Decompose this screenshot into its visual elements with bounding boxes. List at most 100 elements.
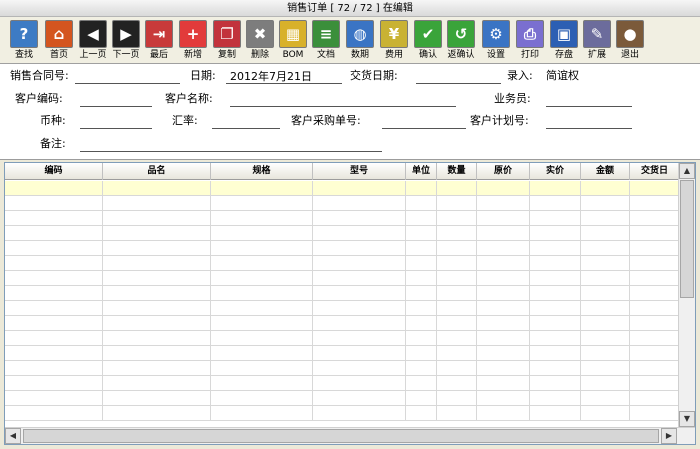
table-cell[interactable] bbox=[103, 391, 211, 406]
table-cell[interactable] bbox=[630, 361, 680, 376]
table-cell[interactable] bbox=[630, 256, 680, 271]
delivery-date-field[interactable] bbox=[416, 70, 501, 84]
table-cell[interactable] bbox=[437, 241, 477, 256]
table-cell[interactable] bbox=[5, 226, 103, 241]
table-cell[interactable] bbox=[313, 241, 406, 256]
table-cell[interactable] bbox=[5, 376, 103, 391]
scroll-left-icon[interactable]: ◀ bbox=[5, 428, 21, 444]
table-cell[interactable] bbox=[406, 241, 437, 256]
table-cell[interactable] bbox=[313, 346, 406, 361]
horizontal-scrollbar[interactable]: ◀ ▶ bbox=[5, 427, 695, 444]
table-cell[interactable] bbox=[313, 376, 406, 391]
table-cell[interactable] bbox=[437, 256, 477, 271]
column-header[interactable]: 品名 bbox=[103, 163, 211, 180]
table-cell[interactable] bbox=[313, 301, 406, 316]
column-header[interactable]: 交货日 bbox=[630, 163, 680, 180]
table-cell[interactable] bbox=[103, 256, 211, 271]
table-cell[interactable] bbox=[477, 361, 530, 376]
table-cell[interactable] bbox=[406, 286, 437, 301]
table-row[interactable] bbox=[5, 361, 680, 376]
customer-name-field[interactable] bbox=[230, 93, 456, 107]
table-cell[interactable] bbox=[103, 376, 211, 391]
table-cell[interactable] bbox=[477, 211, 530, 226]
table-cell[interactable] bbox=[211, 196, 313, 211]
table-cell[interactable] bbox=[630, 226, 680, 241]
table-cell[interactable] bbox=[103, 406, 211, 421]
table-cell[interactable] bbox=[581, 346, 630, 361]
table-cell[interactable] bbox=[313, 406, 406, 421]
table-row[interactable] bbox=[5, 181, 680, 196]
horizontal-scroll-thumb[interactable] bbox=[23, 429, 659, 443]
table-row[interactable] bbox=[5, 391, 680, 406]
table-cell[interactable] bbox=[103, 361, 211, 376]
table-cell[interactable] bbox=[211, 346, 313, 361]
table-row[interactable] bbox=[5, 346, 680, 361]
table-cell[interactable] bbox=[437, 226, 477, 241]
table-cell[interactable] bbox=[406, 361, 437, 376]
table-row[interactable] bbox=[5, 316, 680, 331]
column-header[interactable]: 型号 bbox=[313, 163, 406, 180]
table-row[interactable] bbox=[5, 331, 680, 346]
table-cell[interactable] bbox=[313, 181, 406, 196]
date-field[interactable]: 2012年7月21日 bbox=[226, 70, 342, 84]
vertical-scrollbar[interactable]: ▲ ▼ bbox=[678, 163, 695, 427]
table-cell[interactable] bbox=[406, 391, 437, 406]
toolbar-button-4[interactable]: ⇥ 最后 bbox=[143, 19, 175, 62]
table-cell[interactable] bbox=[103, 211, 211, 226]
table-cell[interactable] bbox=[211, 256, 313, 271]
table-cell[interactable] bbox=[406, 181, 437, 196]
table-row[interactable] bbox=[5, 301, 680, 316]
table-cell[interactable] bbox=[5, 406, 103, 421]
table-cell[interactable] bbox=[313, 271, 406, 286]
customer-plan-field[interactable] bbox=[546, 115, 632, 129]
table-cell[interactable] bbox=[406, 331, 437, 346]
table-cell[interactable] bbox=[581, 376, 630, 391]
table-cell[interactable] bbox=[211, 406, 313, 421]
table-cell[interactable] bbox=[581, 271, 630, 286]
table-cell[interactable] bbox=[103, 181, 211, 196]
table-cell[interactable] bbox=[5, 331, 103, 346]
table-cell[interactable] bbox=[313, 316, 406, 331]
table-cell[interactable] bbox=[211, 241, 313, 256]
table-cell[interactable] bbox=[477, 256, 530, 271]
table-cell[interactable] bbox=[581, 286, 630, 301]
table-cell[interactable] bbox=[406, 271, 437, 286]
table-cell[interactable] bbox=[5, 181, 103, 196]
table-cell[interactable] bbox=[406, 376, 437, 391]
scroll-right-icon[interactable]: ▶ bbox=[661, 428, 677, 444]
table-cell[interactable] bbox=[530, 211, 581, 226]
table-cell[interactable] bbox=[103, 196, 211, 211]
table-cell[interactable] bbox=[5, 301, 103, 316]
table-cell[interactable] bbox=[313, 226, 406, 241]
table-cell[interactable] bbox=[5, 211, 103, 226]
table-row[interactable] bbox=[5, 271, 680, 286]
table-cell[interactable] bbox=[103, 301, 211, 316]
table-cell[interactable] bbox=[530, 286, 581, 301]
table-cell[interactable] bbox=[437, 391, 477, 406]
table-cell[interactable] bbox=[103, 286, 211, 301]
table-cell[interactable] bbox=[103, 226, 211, 241]
table-cell[interactable] bbox=[477, 346, 530, 361]
column-header[interactable]: 金额 bbox=[581, 163, 630, 180]
table-row[interactable] bbox=[5, 376, 680, 391]
table-cell[interactable] bbox=[211, 181, 313, 196]
table-cell[interactable] bbox=[581, 361, 630, 376]
table-cell[interactable] bbox=[103, 241, 211, 256]
table-cell[interactable] bbox=[630, 331, 680, 346]
table-cell[interactable] bbox=[630, 181, 680, 196]
table-cell[interactable] bbox=[406, 346, 437, 361]
table-cell[interactable] bbox=[5, 256, 103, 271]
table-cell[interactable] bbox=[437, 346, 477, 361]
toolbar-button-3[interactable]: ▶ 下一页 bbox=[110, 19, 142, 62]
table-cell[interactable] bbox=[437, 301, 477, 316]
table-cell[interactable] bbox=[477, 286, 530, 301]
table-cell[interactable] bbox=[477, 331, 530, 346]
table-cell[interactable] bbox=[313, 331, 406, 346]
table-cell[interactable] bbox=[103, 316, 211, 331]
table-row[interactable] bbox=[5, 256, 680, 271]
customer-code-field[interactable] bbox=[80, 93, 152, 107]
toolbar-button-7[interactable]: ✖ 删除 bbox=[244, 19, 276, 62]
toolbar-button-8[interactable]: ▦ BOM bbox=[277, 19, 309, 62]
table-cell[interactable] bbox=[477, 241, 530, 256]
toolbar-button-1[interactable]: ⌂ 首页 bbox=[43, 19, 75, 62]
